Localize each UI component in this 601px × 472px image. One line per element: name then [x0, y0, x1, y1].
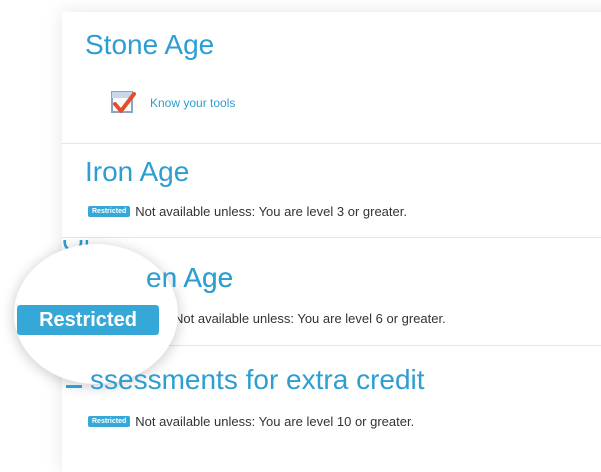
checkbox-check-icon — [108, 88, 138, 118]
activity-link[interactable]: Know your tools — [150, 96, 235, 110]
section-title-assessments[interactable]: ssessments for extra credit — [90, 364, 425, 396]
restriction-text: Not available unless: You are level 10 o… — [135, 413, 415, 429]
restriction-row: Not available unless: You are level 6 or… — [174, 309, 446, 327]
restriction-row: Restricted Not available unless: You are… — [88, 202, 407, 220]
course-card — [62, 12, 601, 472]
divider — [62, 237, 601, 238]
activity-know-your-tools[interactable]: Know your tools — [108, 88, 235, 118]
title-fragment-dash — [66, 385, 82, 388]
restriction-text: Not available unless: You are level 3 or… — [135, 203, 407, 219]
restriction-row: Restricted Not available unless: You are… — [88, 412, 414, 430]
divider — [62, 143, 601, 144]
restriction-text: Not available unless: You are level 6 or… — [174, 310, 446, 326]
magnified-title: en Age — [146, 262, 234, 293]
section-title-iron-age[interactable]: Iron Age — [85, 156, 189, 188]
restricted-badge: Restricted — [88, 205, 131, 217]
section-title-stone-age[interactable]: Stone Age — [85, 29, 214, 61]
restricted-badge: Restricted — [88, 415, 131, 427]
restricted-badge-magnified: Restricted — [17, 305, 159, 335]
